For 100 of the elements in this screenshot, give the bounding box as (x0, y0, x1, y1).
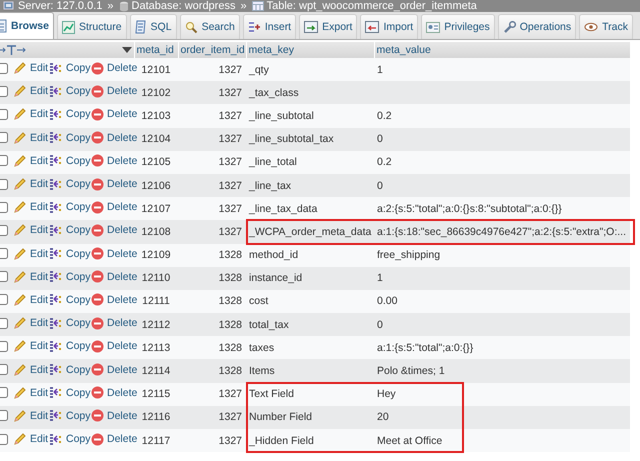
copy-link[interactable]: Copy (49, 363, 91, 376)
row-checkbox[interactable] (0, 434, 8, 445)
row-checkbox[interactable] (0, 108, 8, 120)
edit-link[interactable]: Edit (13, 154, 48, 168)
edit-link[interactable]: Edit (13, 408, 48, 423)
edit-link[interactable]: Edit (13, 130, 48, 145)
edit-link[interactable]: Edit (13, 107, 48, 122)
delete-link[interactable]: Delete (91, 84, 138, 98)
delete-link[interactable]: Delete (91, 270, 138, 284)
edit-link[interactable]: Edit (13, 432, 48, 446)
copy-link[interactable]: Copy (49, 224, 91, 237)
row-checkbox[interactable] (0, 387, 8, 398)
copy-icon (49, 84, 63, 98)
tab[interactable]: Search (180, 14, 240, 39)
edit-link[interactable]: Edit (13, 270, 48, 284)
delete-link[interactable]: Delete (91, 409, 138, 422)
copy-link[interactable]: Copy (49, 432, 91, 446)
copy-link[interactable]: Copy (49, 84, 91, 98)
column-header[interactable]: order_item_id (178, 42, 246, 58)
delete-link[interactable]: Delete (91, 432, 138, 446)
delete-link[interactable]: Delete (91, 224, 138, 237)
row-checkbox[interactable] (0, 155, 8, 166)
copy-link[interactable]: Copy (49, 154, 91, 168)
edit-link[interactable]: Edit (13, 362, 48, 377)
edit-link[interactable]: Edit (13, 177, 48, 192)
row-checkbox[interactable] (0, 294, 8, 306)
row-checkbox[interactable] (0, 364, 8, 376)
table-cell: a:1:{s:18:"sec_86639c4976e427";a:2:{s:5:"extra";O:... (377, 226, 626, 238)
tab[interactable]: Track (579, 14, 634, 39)
pencil-icon (13, 386, 27, 400)
edit-link[interactable]: Edit (13, 223, 48, 238)
row-checkbox[interactable] (0, 224, 8, 236)
column-header[interactable]: meta_id (134, 42, 178, 58)
delete-link[interactable]: Delete (91, 247, 138, 260)
tab[interactable]: Insert (242, 14, 296, 39)
tab[interactable]: Privileges (421, 14, 495, 39)
copy-link[interactable]: Copy (49, 247, 91, 260)
copy-link[interactable]: Copy (49, 200, 91, 214)
delete-link[interactable]: Delete (91, 108, 138, 121)
copy-link[interactable]: Copy (49, 178, 91, 191)
row-checkbox[interactable] (0, 340, 8, 352)
breadcrumb-link[interactable]: Database: wordpress (118, 0, 236, 12)
table-cell: 20 (377, 411, 389, 424)
copy-link[interactable]: Copy (49, 62, 91, 75)
row-checkbox[interactable] (0, 86, 8, 97)
edit-link[interactable]: Edit (13, 200, 48, 214)
row-checkbox[interactable] (0, 318, 8, 329)
edit-link[interactable]: Edit (13, 84, 48, 98)
copy-link[interactable]: Copy (49, 293, 91, 306)
column-header[interactable]: meta_key (246, 42, 374, 58)
tab[interactable]: SQL (130, 14, 177, 39)
row-checkbox[interactable] (0, 202, 8, 213)
breadcrumb-link[interactable]: Server: 127.0.0.1 (3, 0, 102, 12)
column-header[interactable]: meta_value (374, 42, 630, 58)
copy-link[interactable]: Copy (49, 386, 91, 400)
edit-link[interactable]: Edit (13, 246, 48, 261)
table-cell: 1328 (178, 313, 246, 336)
table-cell: a:1:{s:5:"total";a:0:{}} (377, 342, 474, 354)
breadcrumb-link[interactable]: Table: wpt_woocommerce_order_itemmeta (252, 0, 477, 12)
delete-link[interactable]: Delete (91, 154, 138, 168)
table-cell: 1327 (178, 174, 246, 198)
delete-link[interactable]: Delete (91, 293, 138, 306)
row-checkbox[interactable] (0, 178, 8, 190)
tab[interactable]: Import (360, 14, 418, 39)
copy-link[interactable]: Copy (49, 316, 91, 330)
copy-link[interactable]: Copy (49, 270, 91, 284)
row-checkbox[interactable] (0, 410, 8, 422)
edit-link[interactable]: Edit (13, 386, 48, 400)
pencil-icon (13, 408, 27, 423)
delete-link[interactable]: Delete (91, 363, 138, 376)
edit-link[interactable]: Edit (13, 61, 48, 76)
pencil-icon (13, 177, 27, 192)
pencil-icon (13, 316, 27, 330)
row-checkbox[interactable] (0, 62, 8, 74)
tab[interactable]: Structure (56, 14, 127, 39)
tab[interactable]: Browse (0, 12, 54, 39)
delete-link[interactable]: Delete (91, 386, 138, 400)
pencil-icon (13, 130, 27, 145)
tab[interactable]: Export (299, 14, 358, 39)
copy-link[interactable]: Copy (49, 409, 91, 422)
delete-link[interactable]: Delete (91, 316, 138, 330)
copy-link[interactable]: Copy (49, 108, 91, 121)
copy-link[interactable]: Copy (49, 340, 91, 353)
delete-link[interactable]: Delete (91, 131, 138, 144)
delete-icon (91, 108, 104, 121)
delete-link[interactable]: Delete (91, 200, 138, 214)
table-cell: 1327 (178, 406, 246, 429)
row-checkbox[interactable] (0, 248, 8, 260)
delete-link[interactable]: Delete (91, 178, 138, 191)
row-checkbox[interactable] (0, 271, 8, 282)
edit-link[interactable]: Edit (13, 316, 48, 330)
table-cell: _WCPA_order_meta_data (249, 226, 372, 238)
delete-link[interactable]: Delete (91, 62, 138, 75)
edit-link[interactable]: Edit (13, 339, 48, 354)
delete-link[interactable]: Delete (91, 340, 138, 353)
row-checkbox[interactable] (0, 132, 8, 144)
edit-link[interactable]: Edit (13, 292, 48, 307)
tab[interactable]: Operations (498, 14, 576, 39)
copy-link[interactable]: Copy (49, 131, 91, 144)
table-cell: 1327 (178, 382, 246, 406)
